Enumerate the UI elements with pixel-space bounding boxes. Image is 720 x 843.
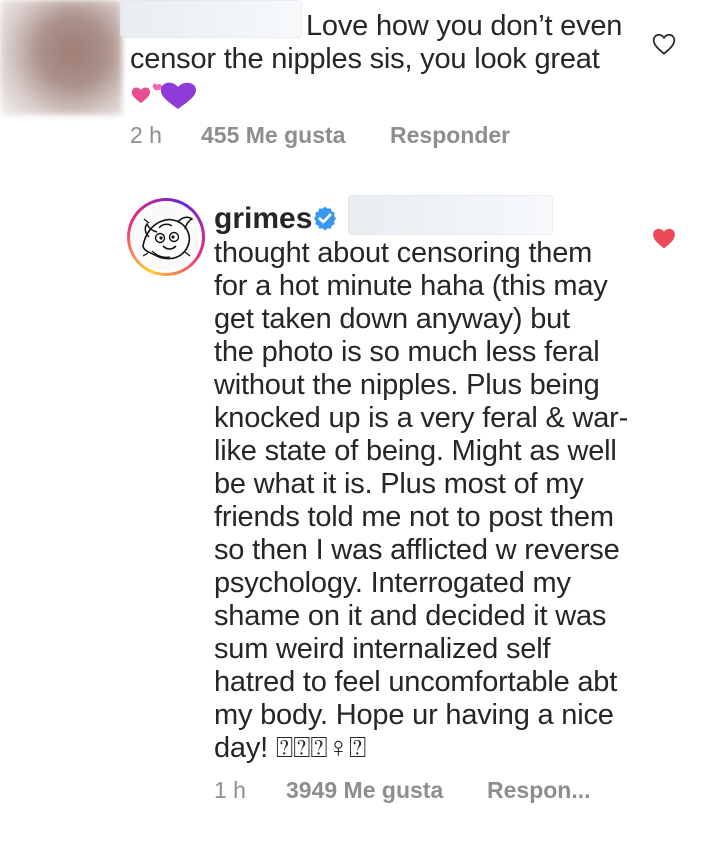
- reply-line-14: hatred to feel uncomfortable abt: [214, 666, 618, 698]
- first-comment-meta: 2 h 455 Me gusta Responder: [130, 122, 580, 152]
- reply-line-11: psychology. Interrogated my: [214, 567, 571, 599]
- first-comment-line-2: censor the nipples sis, you look great: [130, 43, 600, 75]
- reply-line-16: day! ⍰⍰⍰♀⍰: [214, 732, 367, 764]
- reply-line-7: like state of being. Might as well: [214, 435, 617, 467]
- reply-line-15: my body. Hope ur having a nice: [214, 699, 614, 731]
- reply-line-13: sum weird internalized self: [214, 633, 551, 665]
- pink-purple-hearts-icon: [131, 82, 196, 109]
- reply-line-6: knocked up is a very feral & war-: [214, 402, 629, 434]
- liked-heart-icon[interactable]: [650, 226, 678, 250]
- reply-line-10: so then I was afflicted w reverse: [214, 534, 620, 566]
- commenter-avatar[interactable]: [0, 0, 122, 115]
- reply-comment-text: thought about censoring them for a hot m…: [214, 237, 634, 765]
- verified-badge-icon: [313, 206, 337, 231]
- reply-line-9: friends told me not to post them: [214, 501, 614, 533]
- first-comment-line-1: Love how you don’t even: [306, 10, 623, 42]
- reply-comment-likes[interactable]: 3949 Me gusta: [286, 777, 443, 803]
- grimes-avatar[interactable]: [127, 198, 205, 276]
- reply-line-2: for a hot minute haha (this may: [214, 270, 608, 302]
- reply-line-4: the photo is so much less feral: [214, 336, 600, 368]
- redacted-mention: [348, 195, 553, 235]
- first-comment-text: Love how you don’t even censor the nippl…: [130, 10, 640, 76]
- reply-line-1: thought about censoring them: [214, 237, 593, 269]
- grimes-avatar-illustration-icon: [133, 204, 199, 270]
- first-comment-time: 2 h: [130, 122, 162, 148]
- reply-comment-meta: 1 h 3949 Me gusta Respon...: [214, 777, 614, 807]
- reply-line-8: be what it is. Plus most of my: [214, 468, 584, 500]
- reply-username[interactable]: grimes: [214, 202, 312, 236]
- reply-comment-time: 1 h: [214, 777, 246, 803]
- like-heart-outline-icon[interactable]: [650, 31, 678, 57]
- reply-line-3: get taken down anyway) but: [214, 303, 570, 335]
- first-comment-reply-button[interactable]: Responder: [390, 122, 510, 148]
- reply-line-5: without the nipples. Plus being: [214, 369, 600, 401]
- reply-comment-reply-button[interactable]: Respon...: [487, 777, 591, 803]
- first-comment-likes[interactable]: 455 Me gusta: [201, 122, 345, 148]
- reply-line-12: shame on it and decided it was: [214, 600, 607, 632]
